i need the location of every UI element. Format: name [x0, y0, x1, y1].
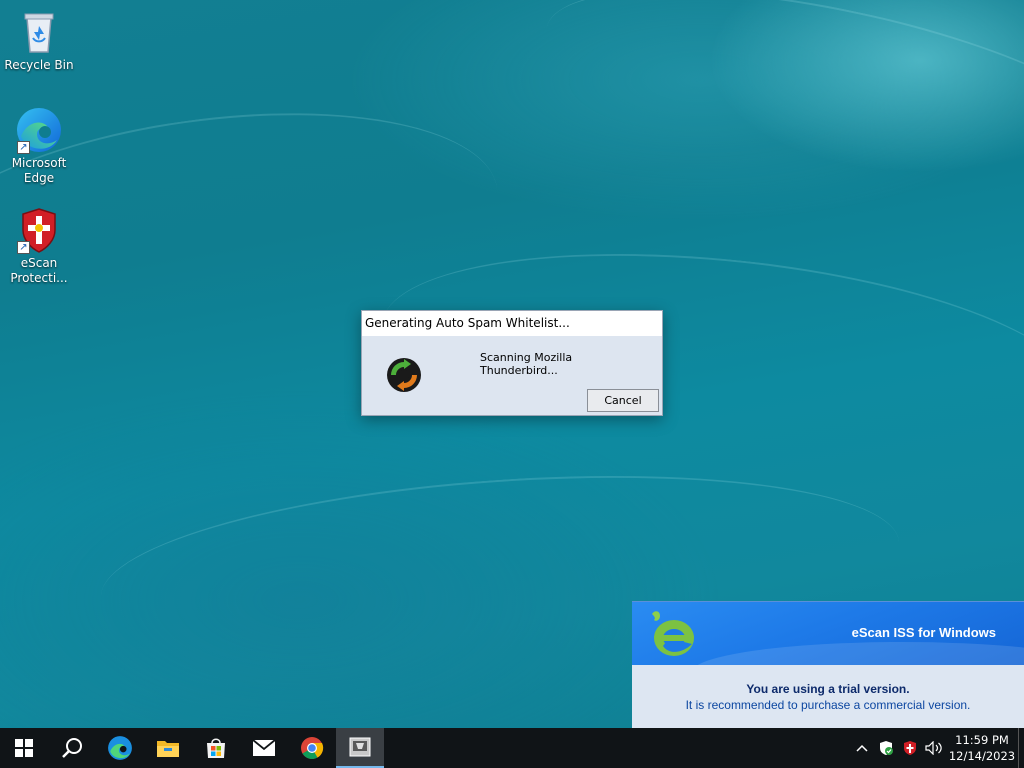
purchase-recommendation: It is recommended to purchase a commerci… [685, 698, 971, 712]
escan-tray-shield-icon[interactable] [898, 728, 922, 768]
escan-trial-popup[interactable]: eScan ISS for Windows You are using a tr… [632, 601, 1024, 728]
dialog-title: Generating Auto Spam Whitelist... [362, 311, 662, 336]
file-explorer-icon [157, 741, 179, 757]
taskbar-file-explorer-button[interactable] [144, 728, 192, 768]
dialog-body: Scanning Mozilla Thunderbird... Cancel [362, 336, 662, 415]
wallpaper-wave [529, 0, 1024, 231]
shortcut-arrow-icon: ↗ [17, 241, 30, 254]
taskbar-clock[interactable]: 11:59 PM 12/14/2023 [946, 732, 1018, 764]
dialog-message: Scanning Mozilla Thunderbird... [480, 351, 573, 377]
desktop-icon-label: Microsoft Edge [11, 156, 67, 185]
store-icon [207, 738, 225, 758]
escan-app-icon [349, 737, 371, 757]
desktop-icon-label: Recycle Bin [4, 58, 74, 72]
edge-icon: ↗ [15, 106, 63, 154]
desktop-icon-recycle-bin[interactable]: Recycle Bin [4, 8, 74, 73]
search-icon [62, 738, 82, 758]
clock-date: 12/14/2023 [948, 749, 1016, 763]
escan-product-name: eScan ISS for Windows [851, 625, 996, 640]
escan-banner: eScan ISS for Windows [632, 602, 1024, 665]
chrome-icon [301, 737, 324, 759]
clock-time: 11:59 PM [955, 733, 1009, 747]
taskbar-store-button[interactable] [192, 728, 240, 768]
desktop-icon-escan[interactable]: ↗ eScan Protecti... [4, 206, 74, 286]
recycle-bin-icon [15, 8, 63, 56]
desktop-icon-edge[interactable]: ↗ Microsoft Edge [4, 106, 74, 186]
taskbar-mail-button[interactable] [240, 728, 288, 768]
taskbar: 11:59 PM 12/14/2023 [0, 728, 1024, 768]
search-button[interactable] [48, 728, 96, 768]
shortcut-arrow-icon: ↗ [17, 141, 30, 154]
volume-speaker-icon[interactable] [922, 728, 946, 768]
show-hidden-icons-chevron-up-icon[interactable] [850, 728, 874, 768]
trial-message: You are using a trial version. [746, 682, 910, 696]
windows-security-shield-icon[interactable] [874, 728, 898, 768]
start-button[interactable] [0, 728, 48, 768]
sync-spinner-icon [385, 356, 423, 394]
spam-whitelist-dialog: Generating Auto Spam Whitelist... Scanni… [361, 310, 663, 416]
show-desktop-button[interactable] [1018, 728, 1024, 768]
mail-icon [252, 739, 276, 756]
start-icon [15, 739, 33, 757]
taskbar-chrome-button[interactable] [288, 728, 336, 768]
escan-shield-icon: ↗ [15, 206, 63, 254]
system-tray: 11:59 PM 12/14/2023 [850, 728, 1024, 768]
cancel-button[interactable]: Cancel [587, 389, 659, 412]
edge-icon [108, 736, 132, 760]
desktop-icon-label: eScan Protecti... [10, 256, 68, 285]
taskbar-escan-button[interactable] [336, 728, 384, 768]
escan-logo-icon [644, 608, 700, 660]
taskbar-edge-button[interactable] [96, 728, 144, 768]
